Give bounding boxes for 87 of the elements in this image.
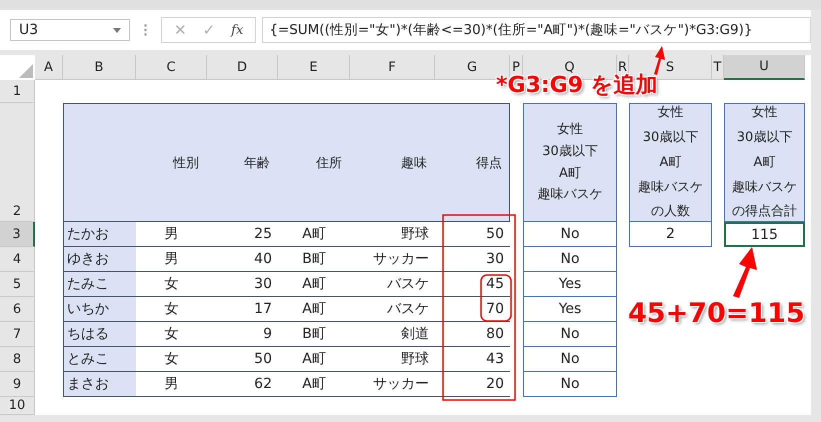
table-cell: バスケ xyxy=(350,272,435,297)
table-cell: Yes xyxy=(523,297,617,322)
column-heading: 女性 30歳以下 A町 趣味バスケ の人数 xyxy=(629,103,712,222)
table-cell: No xyxy=(523,372,617,397)
column-heading: 年齢 xyxy=(243,154,271,172)
drag-handle-icon[interactable] xyxy=(144,24,147,36)
table-cell: 女 xyxy=(136,347,207,372)
table-cell: A町 xyxy=(278,272,350,297)
column-header[interactable]: U xyxy=(724,55,805,80)
select-all-icon[interactable] xyxy=(19,64,33,78)
table-cell: No xyxy=(523,222,617,247)
formula-field[interactable]: {=SUM((性別="女")*(年齢<=30)*(住所="A町")*(趣味="バスケ")*G3:G9)} xyxy=(262,17,811,43)
name-box[interactable]: U3 xyxy=(10,19,130,41)
column-header[interactable]: B xyxy=(63,55,136,80)
table-cell: B町 xyxy=(278,247,350,272)
pointer-arrow xyxy=(654,46,665,75)
table-cell: サッカー xyxy=(350,372,435,397)
table-cell: 野球 xyxy=(350,347,435,372)
row-header[interactable]: 7 xyxy=(0,322,35,347)
table-cell: 女 xyxy=(136,322,207,347)
cell-reference: U3 xyxy=(19,22,38,38)
table-cell: Yes xyxy=(523,272,617,297)
table-cell: ちはる xyxy=(63,322,136,347)
table-cell: バスケ xyxy=(350,297,435,322)
column-heading: 住所 xyxy=(315,154,343,172)
table-cell: 女 xyxy=(136,297,207,322)
row-header[interactable]: 5 xyxy=(0,272,35,297)
table-cell: No xyxy=(523,322,617,347)
table-cell: No xyxy=(523,247,617,272)
table-cell: 25 xyxy=(207,222,278,247)
table-cell: A町 xyxy=(278,297,350,322)
column-header[interactable]: T xyxy=(712,55,724,80)
table-cell: 剣道 xyxy=(350,322,435,347)
row-header[interactable]: 10 xyxy=(0,397,35,415)
table-cell: 50 xyxy=(435,222,510,247)
table-cell: とみこ xyxy=(63,347,136,372)
table-cell: 17 xyxy=(207,297,278,322)
table-cell: 男 xyxy=(136,247,207,272)
row-header[interactable]: 3 xyxy=(0,222,35,247)
table-cell: 70 xyxy=(435,297,510,322)
annotation-text: 45+70=115 xyxy=(628,298,805,329)
table-cell: 男 xyxy=(136,372,207,397)
row-header[interactable]: 1 xyxy=(0,80,35,103)
table-cell: 30 xyxy=(207,272,278,297)
table-cell: たみこ xyxy=(63,272,136,297)
dropdown-icon xyxy=(113,28,121,32)
table-cell[interactable]: 2 xyxy=(629,222,712,247)
table-cell: ゆきお xyxy=(63,247,136,272)
table-cell: 女 xyxy=(136,272,207,297)
column-heading: 女性 30歳以下 A町 趣味バスケ の得点合計 xyxy=(724,103,805,222)
insert-function-button[interactable]: fx xyxy=(227,22,248,38)
row-header[interactable]: 6 xyxy=(0,297,35,322)
column-heading: 趣味 xyxy=(400,154,428,172)
table-cell: たかお xyxy=(63,222,136,247)
row-header[interactable]: 2 xyxy=(0,103,35,222)
column-header[interactable]: D xyxy=(207,55,278,80)
table-cell: サッカー xyxy=(350,247,435,272)
table-cell: A町 xyxy=(278,222,350,247)
column-heading: 得点 xyxy=(475,154,503,172)
pointer-arrow xyxy=(733,247,757,298)
table-cell: 野球 xyxy=(350,222,435,247)
table-cell: No xyxy=(523,347,617,372)
table-cell[interactable]: 115 xyxy=(724,222,805,247)
table-cell: いちか xyxy=(63,297,136,322)
table-cell: 9 xyxy=(207,322,278,347)
column-header[interactable]: A xyxy=(35,55,63,80)
row-header[interactable]: 9 xyxy=(0,372,35,397)
table-cell: 30 xyxy=(435,247,510,272)
table-cell: 80 xyxy=(435,322,510,347)
column-header[interactable]: F xyxy=(350,55,435,80)
table-cell: 43 xyxy=(435,347,510,372)
row-header[interactable]: 8 xyxy=(0,347,35,372)
table-cell: 50 xyxy=(207,347,278,372)
table-cell: 40 xyxy=(207,247,278,272)
table-cell: A町 xyxy=(278,347,350,372)
table-cell: A町 xyxy=(278,372,350,397)
table-cell: 男 xyxy=(136,222,207,247)
table-cell: 20 xyxy=(435,372,510,397)
column-header[interactable]: C xyxy=(136,55,207,80)
table-cell: 62 xyxy=(207,372,278,397)
column-heading: 女性 30歳以下 A町 趣味バスケ xyxy=(523,103,617,222)
table-cell: B町 xyxy=(278,322,350,347)
column-heading: 性別 xyxy=(172,154,200,172)
column-header[interactable]: E xyxy=(278,55,350,80)
table-cell: まさお xyxy=(63,372,136,397)
row-header[interactable]: 4 xyxy=(0,247,35,272)
table-cell: 45 xyxy=(435,272,510,297)
